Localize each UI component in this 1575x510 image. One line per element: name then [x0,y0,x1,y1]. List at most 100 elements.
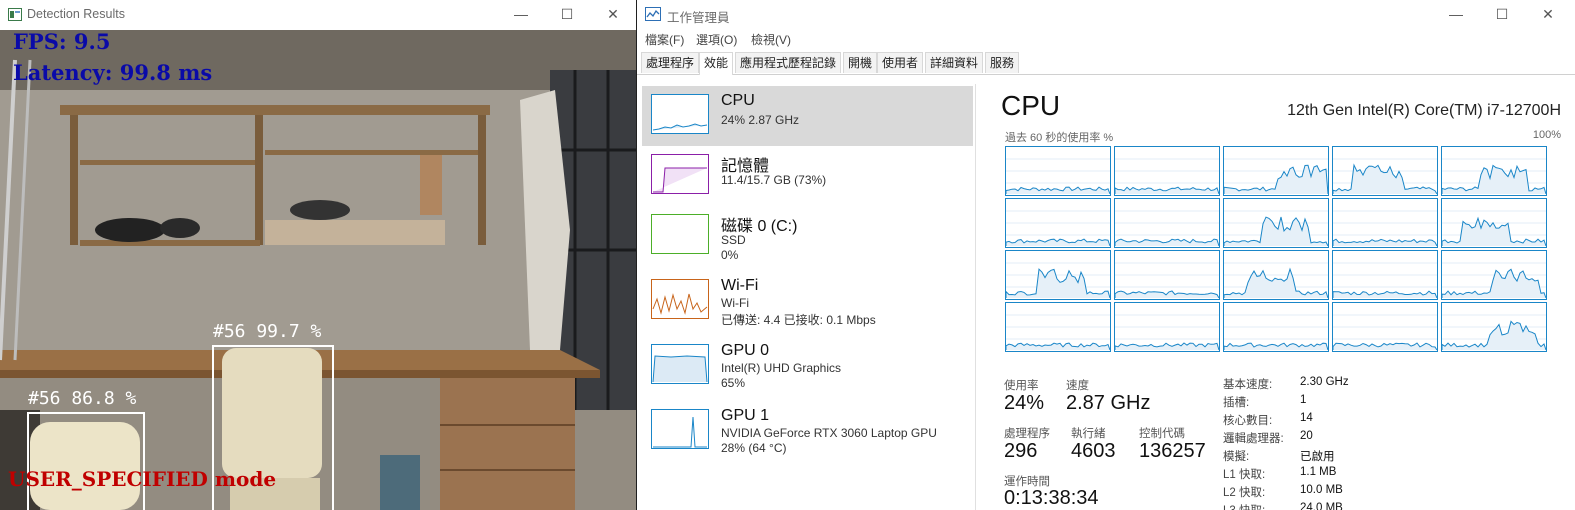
disk-thumbnail-graph [651,214,709,254]
speed-label: 速度 [1066,380,1089,392]
camera-frame: #56 99.7 % #56 86.8 % FPS: 9.5 Latency: … [0,30,636,510]
cpu-spec-list: 基本速度: 2.30 GHz 插槽: 1 核心數目: 14 邏輯處理器: 20 模擬: 已啟用 L1… [1223,376,1463,510]
usage-trace [1441,210,1547,247]
spec-key: L2 快取: [1223,487,1266,499]
logical-processor-graph [1223,198,1329,248]
logical-processor-graph [1114,146,1220,196]
spec-value: 2.30 GHz [1300,376,1349,388]
sidebar-item-gpu0[interactable]: GPU 0 Intel(R) UHD Graphics 65% [642,336,973,396]
tab-processes[interactable]: 處理程序 [641,52,700,73]
usage-trace [1114,314,1220,351]
sidebar-item-detail-2: 28% (64 °C) [721,441,787,455]
logical-processor-graph [1114,302,1220,352]
usage-trace [1441,262,1547,299]
menu-bar: 檔案(F) 選項(O) 檢視(V) [637,29,1575,49]
sidebar-item-detail-2: 已傳送: 4.4 已接收: 0.1 Mbps [721,313,876,327]
maximize-button[interactable]: ☐ [544,0,590,29]
detection-label-chair-2: #56 99.7 % [213,321,322,342]
logical-processor-graph [1223,250,1329,300]
sidebar-item-detail: NVIDIA GeForce RTX 3060 Laptop GPU [721,426,937,440]
spec-value: 10.0 MB [1300,484,1343,496]
spec-value: 已啟用 [1300,451,1335,463]
spec-value: 24.0 MB [1300,502,1343,510]
tab-app-history[interactable]: 應用程式歷程記錄 [735,52,842,73]
sidebar-item-cpu[interactable]: CPU 24% 2.87 GHz [642,86,973,146]
logical-processor-graph [1441,198,1547,248]
sidebar-item-wifi[interactable]: Wi-Fi Wi-Fi 已傳送: 4.4 已接收: 0.1 Mbps [642,271,973,331]
utilization-value: 24% [1004,392,1045,414]
usage-trace [1005,262,1111,299]
logical-processor-graph [1223,302,1329,352]
sidebar-item-detail-2: 0% [721,248,739,262]
usage-trace [1332,158,1438,195]
usage-trace [1441,158,1547,195]
logical-processor-graph [1332,198,1438,248]
detection-window-title: Detection Results [27,7,125,21]
tm-minimize-button[interactable]: — [1433,0,1479,29]
usage-trace [1441,314,1547,351]
logical-processor-graph [1332,250,1438,300]
logical-processor-graph [1005,146,1111,196]
sidebar-item-disk[interactable]: 磁碟 0 (C:) SSD 0% [642,206,973,266]
logical-processor-graph [1005,198,1111,248]
logical-processor-graphs [1005,146,1550,354]
task-manager-window: 工作管理員 — ☐ ✕ 檔案(F) 選項(O) 檢視(V) 處理程序 效能 應用… [637,0,1575,510]
performance-sidebar: CPU 24% 2.87 GHz 記憶體 11.4/15.7 GB (73%) … [637,84,976,510]
logical-processor-graph [1005,250,1111,300]
task-manager-icon [645,7,661,21]
detection-titlebar[interactable]: Detection Results — ☐ ✕ [0,0,636,29]
usage-trace [1005,158,1111,195]
handles-label: 控制代碼 [1139,428,1185,440]
usage-trace [1223,210,1329,247]
usage-trace [1223,314,1329,351]
sidebar-item-name: GPU 0 [721,342,770,359]
threads-label: 執行緒 [1071,428,1106,440]
logical-processor-graph [1332,302,1438,352]
close-button[interactable]: ✕ [590,0,636,29]
processes-label: 處理程序 [1004,428,1050,440]
menu-file[interactable]: 檔案(F) [645,31,684,48]
spec-value: 1 [1300,394,1307,406]
cpu-model: 12th Gen Intel(R) Core(TM) i7-12700H [1287,102,1561,119]
tab-bar: 處理程序 效能 應用程式歷程記錄 開機 使用者 詳細資料 服務 [637,52,1575,75]
graph-caption: 過去 60 秒的使用率 % [1005,132,1114,144]
spec-key: L1 快取: [1223,469,1266,481]
spec-key: 邏輯處理器: [1223,433,1284,445]
sidebar-item-detail: SSD [721,233,746,247]
usage-trace [1223,262,1329,299]
spec-key: 模擬: [1223,451,1250,463]
sidebar-item-name: Wi-Fi [721,277,759,294]
logical-processor-graph [1441,146,1547,196]
task-manager-titlebar[interactable]: 工作管理員 — ☐ ✕ [637,0,1575,29]
sidebar-item-detail: 24% 2.87 GHz [721,113,800,127]
tab-services[interactable]: 服務 [985,52,1020,73]
tm-close-button[interactable]: ✕ [1525,0,1571,29]
sidebar-item-name: GPU 1 [721,407,770,424]
tab-startup[interactable]: 開機 [843,52,878,73]
menu-view[interactable]: 檢視(V) [751,31,791,48]
processes-value: 296 [1004,440,1038,462]
speed-value: 2.87 GHz [1066,392,1151,414]
menu-options[interactable]: 選項(O) [696,31,737,48]
tm-maximize-button[interactable]: ☐ [1479,0,1525,29]
usage-trace [1332,210,1438,247]
sidebar-item-gpu1[interactable]: GPU 1 NVIDIA GeForce RTX 3060 Laptop GPU… [642,401,973,461]
gpu0-thumbnail-graph [651,344,709,384]
tab-users[interactable]: 使用者 [877,52,924,73]
tab-performance[interactable]: 效能 [699,52,734,75]
cpu-detail-panel: CPU 12th Gen Intel(R) Core(TM) i7-12700H… [1001,84,1561,510]
utilization-label: 使用率 [1004,380,1039,392]
latency-readout: Latency: 99.8 ms [13,60,213,85]
detection-label-chair-1: #56 86.8 % [28,388,137,409]
sidebar-item-memory[interactable]: 記憶體 11.4/15.7 GB (73%) [642,146,973,206]
usage-trace [1223,158,1329,195]
sidebar-item-name: CPU [721,92,755,109]
mode-indicator: USER_SPECIFIED mode [8,467,277,491]
fps-readout: FPS: 9.5 [13,30,111,54]
minimize-button[interactable]: — [498,0,544,29]
spec-key: 基本速度: [1223,379,1273,391]
spec-key: 插槽: [1223,397,1250,409]
usage-trace [1005,314,1111,351]
tab-details[interactable]: 詳細資料 [925,52,984,73]
sidebar-item-detail: Wi-Fi [721,296,749,310]
